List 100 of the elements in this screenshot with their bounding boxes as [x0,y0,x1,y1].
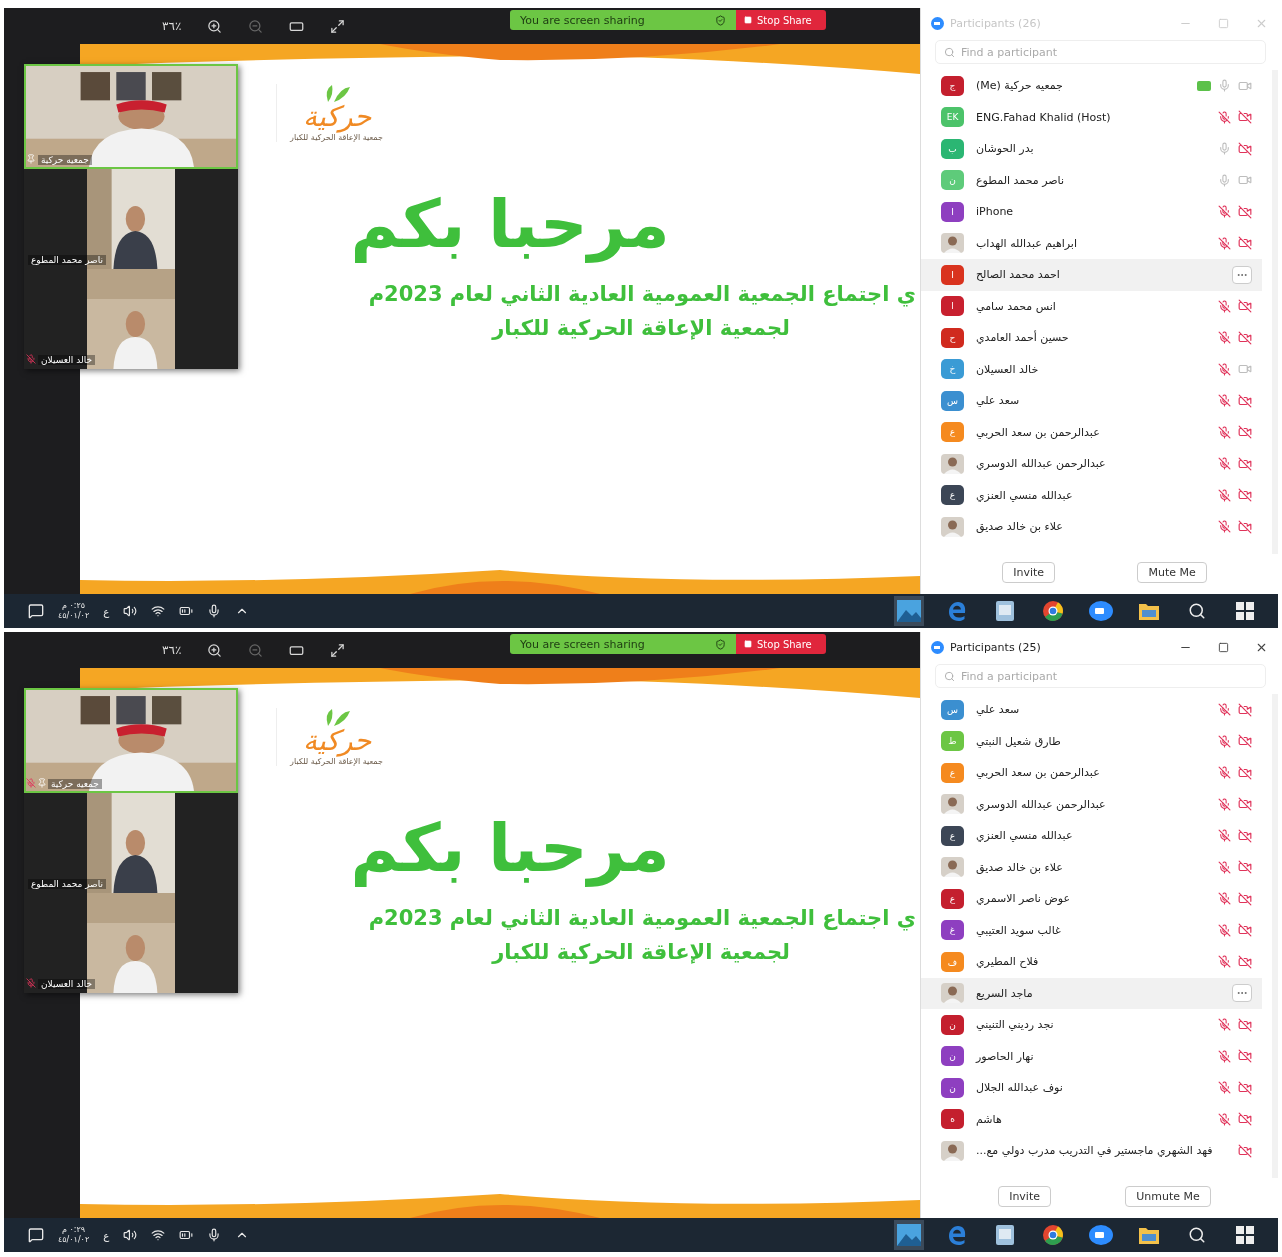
camera-off-icon[interactable] [1238,299,1252,314]
participant-row[interactable]: ع عبدالرحمن بن سعد الحربي [921,757,1262,789]
browser-app-icon[interactable] [947,601,967,621]
participant-row[interactable]: س سعد علي [921,694,1262,726]
search-field[interactable]: Find a participant [935,40,1266,64]
invite-button[interactable]: Invite [998,1185,1051,1207]
camera-off-icon[interactable] [1238,797,1252,812]
muted-microphone-icon[interactable] [1218,860,1231,874]
search-input[interactable]: Find a participant [959,44,1257,60]
participant-row[interactable]: علاء بن خالد صديق [921,851,1262,883]
muted-microphone-icon[interactable] [1218,1018,1231,1032]
windows-start-icon[interactable] [1236,602,1254,620]
muted-microphone-icon[interactable] [1218,797,1231,811]
photos-app-icon[interactable] [897,1224,921,1246]
participant-row[interactable]: ن نهار الحاصور [921,1040,1262,1072]
battery-icon[interactable] [179,1228,194,1242]
participant-row[interactable]: I iPhone [921,196,1262,228]
battery-icon[interactable] [179,604,194,618]
participant-row[interactable]: ع عوض ناصر الاسمري [921,883,1262,915]
participant-row[interactable]: ابراهيم عبدالله الهداب [921,227,1262,259]
participant-row[interactable]: ط طارق شعيل النبتي [921,725,1262,757]
participant-row[interactable]: ن نجد رديني التنيني [921,1009,1262,1041]
muted-microphone-icon[interactable] [1218,331,1231,345]
camera-off-icon[interactable] [1238,734,1252,749]
zoom-in-icon[interactable] [207,18,223,34]
muted-microphone-icon[interactable] [1218,236,1231,250]
participant-row[interactable]: عبدالرحمن عبدالله الدوسري [921,448,1262,480]
camera-off-icon[interactable] [1238,330,1252,345]
camera-off-icon[interactable] [1238,954,1252,969]
muted-microphone-icon[interactable] [1218,488,1231,502]
zoom-out-icon[interactable] [248,18,264,34]
muted-microphone-icon[interactable] [1218,425,1231,439]
mute-button[interactable]: Mute Me [1137,561,1207,583]
camera-off-icon[interactable] [1238,425,1252,440]
participant-row[interactable]: س سعد علي [921,385,1262,417]
stop-share-button[interactable]: Stop Share [736,10,826,30]
camera-off-icon[interactable] [1238,923,1252,938]
stop-share-button[interactable]: Stop Share [736,634,826,654]
participant-row[interactable]: ح حسين أحمد العامدي [921,322,1262,354]
participant-row[interactable]: غ غالب سويد العتيبي [921,914,1262,946]
chrome-app-icon[interactable] [1042,1224,1064,1246]
camera-off-icon[interactable] [1238,828,1252,843]
camera-off-icon[interactable] [1238,236,1252,251]
clock[interactable]: ٠:٢٥ م ٤٥/٠١/٠٢ [58,601,90,621]
notifications-icon[interactable] [28,1227,44,1243]
camera-off-icon[interactable] [1238,765,1252,780]
search-icon[interactable] [1188,602,1206,620]
windows-start-icon[interactable] [1236,1226,1254,1244]
participant-row[interactable]: ه هاشم [921,1103,1262,1135]
muted-microphone-icon[interactable] [1218,1112,1231,1126]
participant-row[interactable]: ع عبدالله منسي العنزي [921,479,1262,511]
muted-microphone-icon[interactable] [1218,299,1231,313]
camera-off-icon[interactable] [1238,456,1252,471]
muted-microphone-icon[interactable] [1218,766,1231,780]
participant-row[interactable]: علاء بن خالد صديق [921,511,1262,543]
participant-row[interactable]: ماجد السريع [921,977,1262,1009]
search-input[interactable]: Find a participant [959,668,1257,684]
camera-off-icon[interactable] [1238,488,1252,503]
volume-icon[interactable] [123,1228,138,1242]
camera-off-icon[interactable] [1238,1080,1252,1095]
folder-icon[interactable] [1138,1225,1160,1245]
camera-off-icon[interactable] [1238,1017,1252,1032]
search-field[interactable]: Find a participant [935,664,1266,688]
volume-icon[interactable] [123,604,138,618]
participant-row[interactable]: EK ENG.Fahad Khalid (Host) [921,101,1262,133]
participant-row[interactable]: ب بدر الحوشان [921,133,1262,165]
zoom-in-icon[interactable] [207,642,223,658]
participant-row[interactable]: خ خالد العسيلان [921,353,1262,385]
camera-off-icon[interactable] [1238,702,1252,717]
zoom-out-icon[interactable] [248,642,264,658]
muted-microphone-icon[interactable] [1218,110,1231,124]
document-app-icon[interactable] [994,600,1016,622]
participant-row[interactable]: ع عبدالرحمن بن سعد الحربي [921,416,1262,448]
microphone-icon[interactable] [207,604,222,618]
fullscreen-icon[interactable] [330,18,346,34]
camera-off-icon[interactable] [1238,1143,1252,1158]
muted-microphone-icon[interactable] [1218,734,1231,748]
camera-off-icon[interactable] [1238,110,1252,125]
muted-microphone-icon[interactable] [1218,1049,1231,1063]
search-icon[interactable] [1188,1226,1206,1244]
muted-microphone-icon[interactable] [1218,703,1231,717]
maximize-icon[interactable] [1218,641,1229,653]
muted-microphone-icon[interactable] [1218,394,1231,408]
camera-off-icon[interactable] [1238,891,1252,906]
input-language[interactable]: ع [103,605,110,617]
video-app-icon[interactable] [1089,1224,1113,1246]
video-app-icon[interactable] [1089,600,1113,622]
notifications-icon[interactable] [28,603,44,619]
muted-microphone-icon[interactable] [1218,362,1231,376]
participant-row[interactable]: ف فلاح المطيري [921,946,1262,978]
participant-row[interactable]: فهد الشهري ماجستير في التدريب مدرب دولي مع... [921,1135,1262,1167]
participant-row[interactable]: ا انس محمد سامي [921,290,1262,322]
muted-microphone-icon[interactable] [1218,829,1231,843]
wifi-icon[interactable] [151,604,166,618]
camera-off-icon[interactable] [1238,519,1252,534]
mute-button[interactable]: Unmute Me [1125,1185,1211,1207]
muted-microphone-icon[interactable] [1218,1081,1231,1095]
camera-off-icon[interactable] [1238,393,1252,408]
participant-row[interactable]: ن نوف عبدالله الجلال [921,1072,1262,1104]
wifi-icon[interactable] [151,1228,166,1242]
